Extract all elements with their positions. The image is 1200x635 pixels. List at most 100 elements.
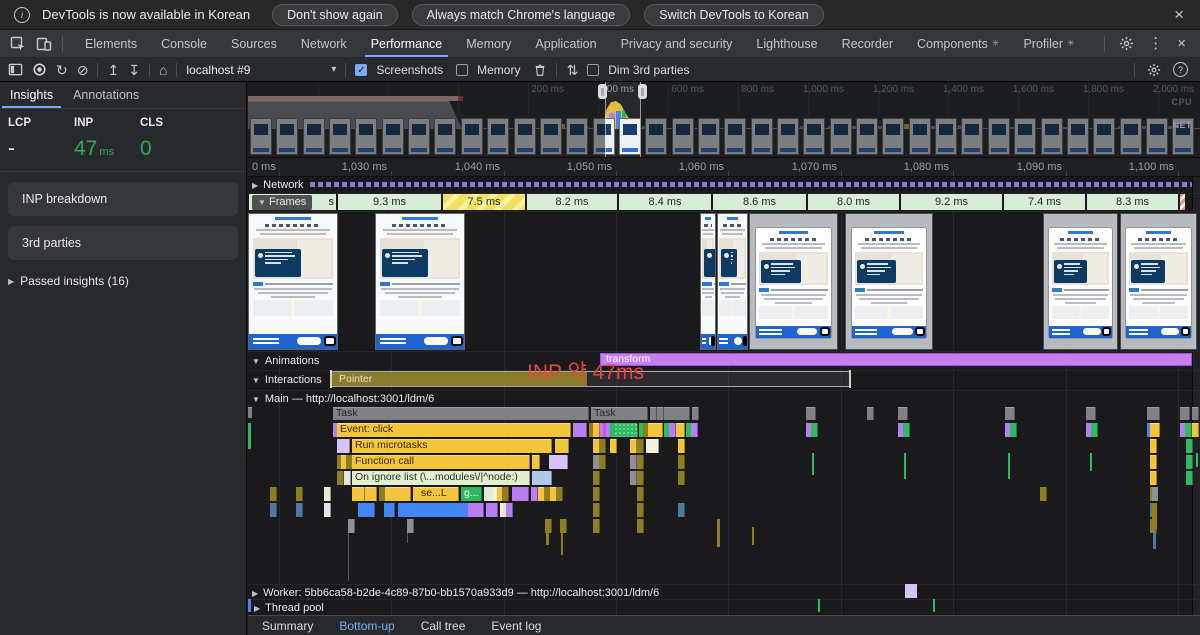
- record-and-reload-icon[interactable]: ↻: [56, 63, 68, 77]
- memory-checkbox[interactable]: [456, 64, 468, 76]
- tab-console[interactable]: Console: [149, 30, 219, 57]
- flame-bar[interactable]: [637, 439, 644, 453]
- more-options-kebab-icon[interactable]: ⋮: [1148, 36, 1163, 51]
- flame-bar[interactable]: [630, 471, 637, 485]
- flame-bar[interactable]: [692, 407, 699, 420]
- flame-bar[interactable]: [1152, 407, 1160, 420]
- flame-bar[interactable]: [593, 471, 600, 485]
- flame-bar[interactable]: [806, 407, 816, 420]
- flame-bar[interactable]: [1180, 407, 1190, 420]
- insight-card-3rd-parties[interactable]: 3rd parties: [8, 226, 238, 260]
- frame-duration-bar[interactable]: 9.2 ms: [900, 194, 1003, 210]
- flame-bar[interactable]: [1010, 423, 1017, 437]
- settings-gear-icon[interactable]: [1119, 36, 1134, 51]
- frame-duration-bar[interactable]: 8.0 ms: [807, 194, 900, 210]
- flame-bar[interactable]: [610, 439, 617, 453]
- flame-bar[interactable]: [593, 423, 600, 437]
- flame-bar[interactable]: [1185, 423, 1192, 437]
- flame-bar[interactable]: [324, 487, 331, 501]
- screenshots-checkbox-label[interactable]: Screenshots: [376, 63, 443, 77]
- flame-bar[interactable]: [1150, 423, 1160, 437]
- tab-bottom-up[interactable]: Bottom-up: [339, 619, 394, 633]
- animation-transform-bar[interactable]: transform: [600, 353, 1192, 366]
- upload-profile-icon[interactable]: ↥: [107, 63, 119, 77]
- screenshot-thumbnail[interactable]: [1120, 213, 1197, 350]
- main-thread-track-header[interactable]: ▼ Main — http://localhost:3001/ldm/6: [252, 393, 434, 405]
- tab-sources[interactable]: Sources: [219, 30, 289, 57]
- flame-bar[interactable]: [270, 487, 277, 501]
- tab-privacy-security[interactable]: Privacy and security: [609, 30, 745, 57]
- download-profile-icon[interactable]: ↧: [128, 63, 140, 77]
- flame-bar[interactable]: [337, 471, 344, 485]
- flame-bar[interactable]: [560, 519, 567, 533]
- flame-bar[interactable]: [1150, 439, 1157, 453]
- flame-bar[interactable]: [593, 487, 600, 501]
- dont-show-again-button[interactable]: Don't show again: [272, 4, 398, 26]
- flame-bar[interactable]: Event: click: [337, 423, 571, 437]
- flame-bar[interactable]: [390, 487, 411, 501]
- flame-bar[interactable]: [296, 503, 303, 517]
- interactions-track-header[interactable]: ▼ Interactions: [252, 374, 322, 386]
- tab-memory[interactable]: Memory: [454, 30, 523, 57]
- screenshot-thumbnail[interactable]: [749, 213, 838, 350]
- flame-bar[interactable]: [531, 487, 538, 501]
- help-icon[interactable]: ?: [1173, 62, 1188, 77]
- flame-bar[interactable]: [811, 423, 818, 437]
- flame-bar[interactable]: [1086, 407, 1096, 420]
- screenshot-thumbnail[interactable]: [1043, 213, 1118, 350]
- flame-bar[interactable]: [593, 503, 600, 517]
- flame-bar[interactable]: [1040, 487, 1047, 501]
- screenshot-thumbnail[interactable]: [717, 213, 748, 350]
- clear-recording-icon[interactable]: ⊘: [77, 63, 89, 77]
- flame-bar[interactable]: [344, 471, 351, 485]
- flame-bar[interactable]: On ignore list (\...modules\/|^node:): [352, 471, 530, 485]
- flame-bar[interactable]: [365, 487, 377, 501]
- flame-bar[interactable]: [599, 439, 606, 453]
- tab-performance[interactable]: Performance: [359, 30, 455, 57]
- flame-bar[interactable]: [1192, 407, 1199, 420]
- flame-bar[interactable]: Function call: [352, 455, 530, 469]
- flame-bar[interactable]: [678, 471, 685, 485]
- flame-bar[interactable]: [637, 503, 644, 517]
- dim-3rd-parties-checkbox[interactable]: [587, 64, 599, 76]
- flame-bar[interactable]: [545, 519, 552, 533]
- screenshot-thumbnail[interactable]: [845, 213, 933, 350]
- flame-bar[interactable]: [637, 487, 644, 501]
- flame-bar[interactable]: [368, 503, 375, 517]
- frame-duration-bar[interactable]: 8.4 ms: [618, 194, 712, 210]
- flame-bar[interactable]: [650, 407, 657, 420]
- frame-duration-bar[interactable]: 8.3 ms: [1086, 194, 1179, 210]
- selection-left-handle[interactable]: ∥: [598, 84, 607, 99]
- flame-bar[interactable]: [556, 487, 563, 501]
- frames-track-header[interactable]: ▼ Frames: [252, 195, 312, 210]
- history-dropdown[interactable]: localhost #9 ▾: [186, 63, 336, 77]
- flame-bar[interactable]: [1005, 407, 1015, 420]
- flame-bar[interactable]: [1186, 455, 1193, 469]
- tab-lighthouse[interactable]: Lighthouse: [744, 30, 829, 57]
- flame-bar[interactable]: [1186, 471, 1193, 485]
- flame-bar[interactable]: [573, 423, 587, 437]
- flame-bar[interactable]: [903, 423, 910, 437]
- flame-bar[interactable]: Task: [333, 407, 589, 420]
- flame-bar[interactable]: [669, 423, 676, 437]
- flame-bar[interactable]: [691, 423, 698, 437]
- selection-right-handle[interactable]: ∥: [638, 84, 647, 99]
- animations-track-header[interactable]: ▼ Animations: [252, 355, 319, 367]
- infobar-close-icon[interactable]: ×: [1174, 5, 1184, 25]
- frame-duration-bar[interactable]: 7.4 ms: [1003, 194, 1086, 210]
- flame-bar[interactable]: [270, 503, 277, 517]
- flame-bar[interactable]: se...L: [418, 487, 459, 501]
- filmstrip-thumbnail[interactable]: [619, 118, 641, 155]
- flame-bar[interactable]: [678, 455, 685, 469]
- flame-bar[interactable]: [1150, 471, 1157, 485]
- flame-bar[interactable]: [337, 439, 350, 453]
- flame-bar[interactable]: [1091, 423, 1098, 437]
- flame-bar[interactable]: [637, 455, 644, 469]
- screenshot-thumbnail[interactable]: [700, 213, 716, 350]
- flame-bar[interactable]: [676, 423, 685, 437]
- flame-bar[interactable]: [646, 439, 659, 453]
- flame-bar[interactable]: [678, 439, 685, 453]
- flame-bar[interactable]: [676, 407, 690, 420]
- tab-call-tree[interactable]: Call tree: [421, 619, 466, 633]
- flame-bar[interactable]: [532, 471, 552, 485]
